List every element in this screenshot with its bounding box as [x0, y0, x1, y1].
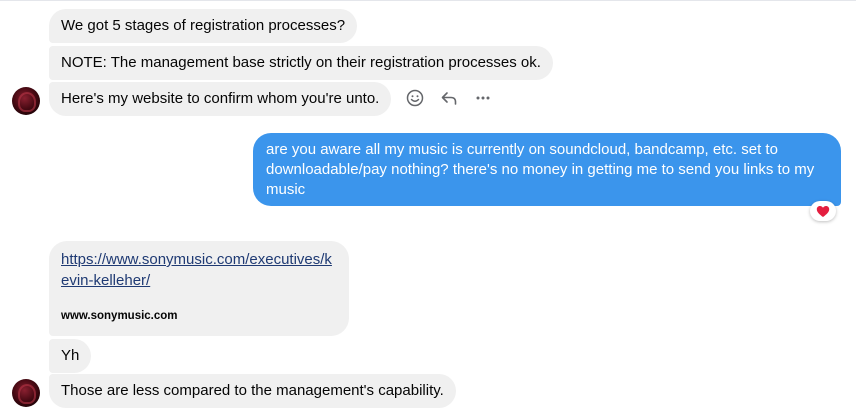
message-text: are you aware all my music is currently …: [266, 141, 815, 198]
smiley-icon[interactable]: [404, 87, 426, 109]
link-url[interactable]: https://www.sonymusic.com/executives/kev…: [61, 249, 339, 291]
more-dots-icon[interactable]: [472, 87, 494, 109]
link-preview[interactable]: https://www.sonymusic.com/executives/kev…: [49, 241, 349, 336]
message-text: NOTE: The management base strictly on th…: [61, 54, 541, 71]
message-bubble[interactable]: Here's my website to confirm whom you're…: [49, 82, 392, 116]
message-actions: [404, 86, 494, 110]
avatar[interactable]: [12, 87, 40, 115]
message-text: We got 5 stages of registration processe…: [61, 17, 346, 34]
reply-arrow-icon[interactable]: [438, 87, 460, 109]
message-text: Those are less compared to the managemen…: [61, 382, 444, 399]
link-domain: www.sonymusic.com: [61, 310, 178, 322]
avatar[interactable]: [12, 379, 40, 407]
heart-icon: [816, 205, 830, 217]
message-text: Yh: [61, 347, 80, 364]
message-text: Here's my website to confirm whom you're…: [61, 90, 380, 107]
top-divider: [0, 0, 856, 1]
message-bubble[interactable]: NOTE: The management base strictly on th…: [49, 46, 553, 80]
message-bubble[interactable]: Those are less compared to the managemen…: [49, 374, 456, 408]
message-bubble[interactable]: We got 5 stages of registration processe…: [49, 9, 358, 43]
message-bubble[interactable]: Yh: [49, 339, 92, 373]
reaction-badge[interactable]: [810, 201, 836, 221]
outgoing-message-bubble[interactable]: are you aware all my music is currently …: [253, 133, 841, 206]
